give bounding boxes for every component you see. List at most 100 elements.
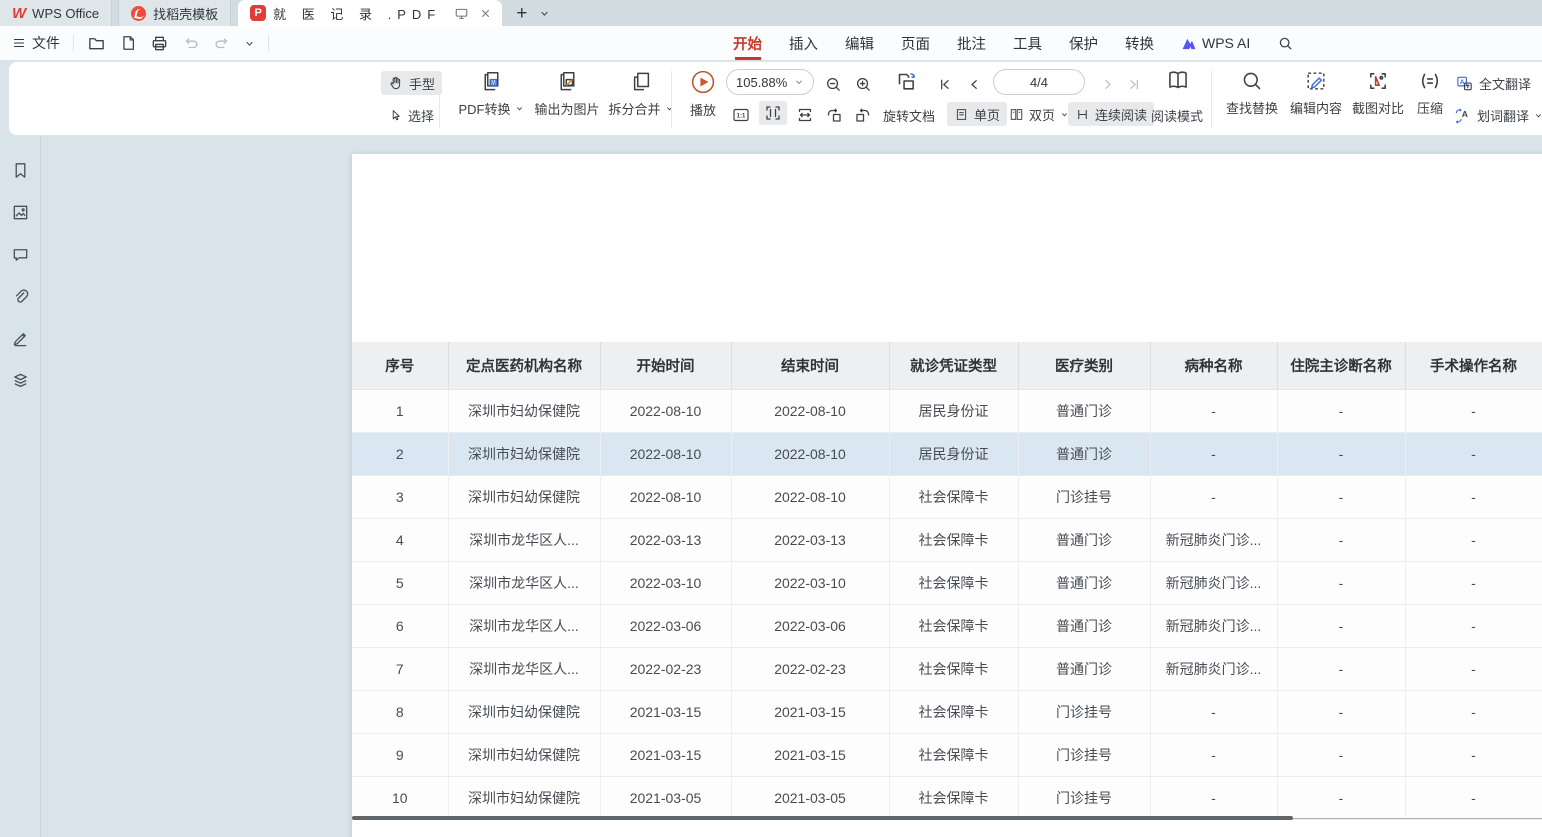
compress-button[interactable]: 压缩 [1409, 69, 1451, 117]
menu-tab-页面[interactable]: 页面 [901, 26, 930, 60]
prev-page-button[interactable] [966, 72, 983, 96]
attachments-panel-button[interactable] [9, 285, 31, 307]
last-page-button[interactable] [1125, 72, 1142, 96]
find-replace-icon [1240, 69, 1264, 93]
first-page-button[interactable] [937, 72, 954, 96]
hamburger-icon [12, 36, 26, 50]
horizontal-scrollbar-thumb[interactable] [352, 816, 1293, 820]
rotate-right-button[interactable] [853, 103, 873, 127]
docer-logo-icon [131, 6, 146, 21]
table-cell: 新冠肺炎门诊... [1150, 561, 1277, 604]
table-cell: 深圳市妇幼保健院 [448, 733, 600, 776]
full-translate-button[interactable]: A 全文翻译 [1455, 71, 1531, 95]
table-cell: - [1405, 647, 1542, 690]
word-translate-button[interactable]: A 划词翻译 [1453, 103, 1542, 127]
hand-icon [388, 75, 404, 91]
full-translate-icon: A [1455, 74, 1474, 93]
table-cell: - [1150, 389, 1277, 432]
fit-width-button[interactable] [795, 103, 815, 127]
menu-tab-批注[interactable]: 批注 [957, 26, 986, 60]
table-cell: 社会保障卡 [889, 561, 1018, 604]
screen-share-icon[interactable] [454, 6, 469, 21]
menu-search-icon[interactable] [1277, 35, 1294, 52]
table-cell: 2022-02-23 [731, 647, 889, 690]
document-title: 就 医 记 录 .PDF [273, 4, 441, 23]
save-icon[interactable] [119, 34, 137, 52]
table-cell: 2022-03-06 [731, 604, 889, 647]
play-button[interactable]: 播放 [681, 69, 725, 119]
screenshot-compare-icon [1366, 69, 1390, 93]
hand-tool-button[interactable]: 手型 [381, 71, 442, 95]
edit-content-button[interactable]: 编辑内容 [1285, 69, 1347, 117]
menu-row: 文件 开始插入编辑页面批注工具保护转换 WPS AI [0, 26, 1542, 60]
read-mode-label[interactable]: 阅读模式 [1151, 103, 1203, 127]
word-translate-icon: A [1453, 106, 1472, 125]
rotate-left-button[interactable] [824, 103, 844, 127]
thumbnails-panel-button[interactable] [9, 201, 31, 223]
table-cell: 门诊挂号 [1018, 733, 1150, 776]
tab-document-pdf[interactable]: P 就 医 记 录 .PDF [238, 0, 502, 26]
select-tool-button[interactable]: 选择 [381, 103, 441, 127]
zoom-out-button[interactable] [824, 72, 843, 96]
print-icon[interactable] [150, 34, 169, 53]
menu-tab-编辑[interactable]: 编辑 [845, 26, 874, 60]
rotate-document-button[interactable]: 旋转文档 [883, 103, 935, 127]
bookmarks-panel-button[interactable] [9, 159, 31, 181]
zoom-in-button[interactable] [854, 72, 873, 96]
one-to-one-icon: 1:1 [731, 105, 751, 125]
menu-tab-保护[interactable]: 保护 [1069, 26, 1098, 60]
tab-wps-office[interactable]: W WPS Office [0, 0, 112, 26]
comments-panel-button[interactable] [9, 243, 31, 265]
close-tab-icon[interactable] [479, 7, 492, 20]
double-page-button[interactable]: 双页 [1009, 102, 1069, 126]
table-cell: 社会保障卡 [889, 647, 1018, 690]
table-row: 7深圳市龙华区人...2022-02-232022-02-23社会保障卡普通门诊… [352, 647, 1542, 690]
open-file-icon[interactable] [87, 34, 106, 53]
column-header: 就诊凭证类型 [889, 342, 1018, 389]
layers-icon [11, 371, 30, 390]
rotate-pages-button[interactable] [893, 69, 919, 93]
menu-tab-工具[interactable]: 工具 [1013, 26, 1042, 60]
wps-ai-button[interactable]: WPS AI [1181, 35, 1250, 51]
read-mode-button[interactable] [1165, 68, 1191, 92]
table-cell: 3 [352, 475, 448, 518]
next-page-button[interactable] [1099, 72, 1116, 96]
table-cell: 2022-08-10 [600, 389, 731, 432]
menu-tab-插入[interactable]: 插入 [789, 26, 818, 60]
column-header: 结束时间 [731, 342, 889, 389]
signature-panel-button[interactable] [9, 327, 31, 349]
table-cell: 2022-03-10 [600, 561, 731, 604]
split-merge-button[interactable]: 拆分合并 [604, 69, 678, 118]
table-cell: 社会保障卡 [889, 776, 1018, 819]
table-row: 6深圳市龙华区人...2022-03-062022-03-06社会保障卡普通门诊… [352, 604, 1542, 647]
double-page-icon [1009, 107, 1024, 122]
continuous-read-button[interactable]: 连续阅读 [1068, 102, 1154, 126]
comment-icon [11, 245, 30, 264]
quickbar-chevron-icon[interactable] [244, 38, 255, 49]
screenshot-compare-button[interactable]: 截图对比 [1347, 69, 1409, 117]
table-cell: 2022-08-10 [600, 475, 731, 518]
zoom-select[interactable]: 105.88% [726, 70, 814, 94]
fit-page-button[interactable] [759, 101, 787, 125]
table-cell: 2022-08-10 [731, 432, 889, 475]
redo-icon[interactable] [213, 34, 231, 52]
table-cell: 10 [352, 776, 448, 819]
menu-tab-转换[interactable]: 转换 [1125, 26, 1154, 60]
layers-panel-button[interactable] [9, 369, 31, 391]
pdf-convert-button[interactable]: W PDF转换 [452, 69, 530, 118]
actual-size-button[interactable]: 1:1 [731, 103, 751, 127]
new-tab-button[interactable]: + [516, 4, 527, 23]
find-replace-button[interactable]: 查找替换 [1221, 69, 1283, 117]
first-page-icon [937, 76, 954, 93]
wps-ai-logo-icon [1181, 36, 1197, 51]
edit-content-icon [1304, 69, 1328, 93]
single-page-button[interactable]: 单页 [947, 102, 1007, 126]
undo-icon[interactable] [182, 34, 200, 52]
menu-tab-开始[interactable]: 开始 [733, 26, 762, 60]
file-menu-button[interactable]: 文件 [12, 33, 60, 53]
tab-list-chevron-icon[interactable] [539, 8, 550, 19]
tab-docer-templates[interactable]: 找稻壳模板 [118, 0, 231, 26]
export-as-image-button[interactable]: 输出为图片 [530, 69, 604, 118]
page-number-input[interactable]: 4/4 [993, 70, 1085, 94]
pdf-convert-icon: W [479, 69, 504, 94]
